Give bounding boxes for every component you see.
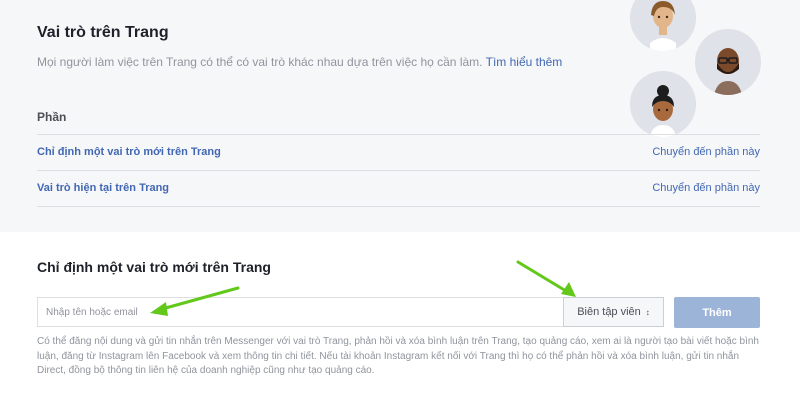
page-roles-description: Mọi người làm việc trên Trang có thể có … [37,55,562,69]
avatar-bun-woman-icon [630,71,696,137]
role-select[interactable]: Biên tập viên ↕ [563,297,664,327]
divider [37,206,760,207]
role-select-value: Biên tập viên [577,306,641,318]
jump-to-section-link[interactable]: Chuyển đến phần này [652,182,760,194]
name-or-email-input[interactable] [37,297,563,327]
avatar-bearded-man-icon [695,29,761,95]
add-button[interactable]: Thêm [674,297,760,328]
role-help-text: Có thể đăng nội dung và gửi tin nhắn trê… [37,336,759,376]
section-link-assign-role[interactable]: Chỉ định một vai trò mới trên Trang [37,146,221,158]
section-row-assign-role: Chỉ định một vai trò mới trên Trang Chuy… [37,135,760,169]
learn-more-link[interactable]: Tìm hiểu thêm [486,55,563,69]
page-roles-panel: Vai trò trên Trang Mọi người làm việc tr… [0,0,800,232]
section-row-current-roles: Vai trò hiện tại trên Trang Chuyển đến p… [37,171,760,205]
sections-label: Phần [37,110,67,124]
page-roles-description-text: Mọi người làm việc trên Trang có thể có … [37,55,483,69]
green-arrow-to-role-select-icon [516,260,576,297]
avatar-woman-icon [630,0,696,51]
assign-role-title: Chỉ định một vai trò mới trên Trang [37,259,271,275]
jump-to-section-link[interactable]: Chuyển đến phần này [652,146,760,158]
page-roles-title: Vai trò trên Trang [37,24,169,41]
sort-caret-icon: ↕ [645,307,650,317]
section-link-current-roles[interactable]: Vai trò hiện tại trên Trang [37,182,169,194]
